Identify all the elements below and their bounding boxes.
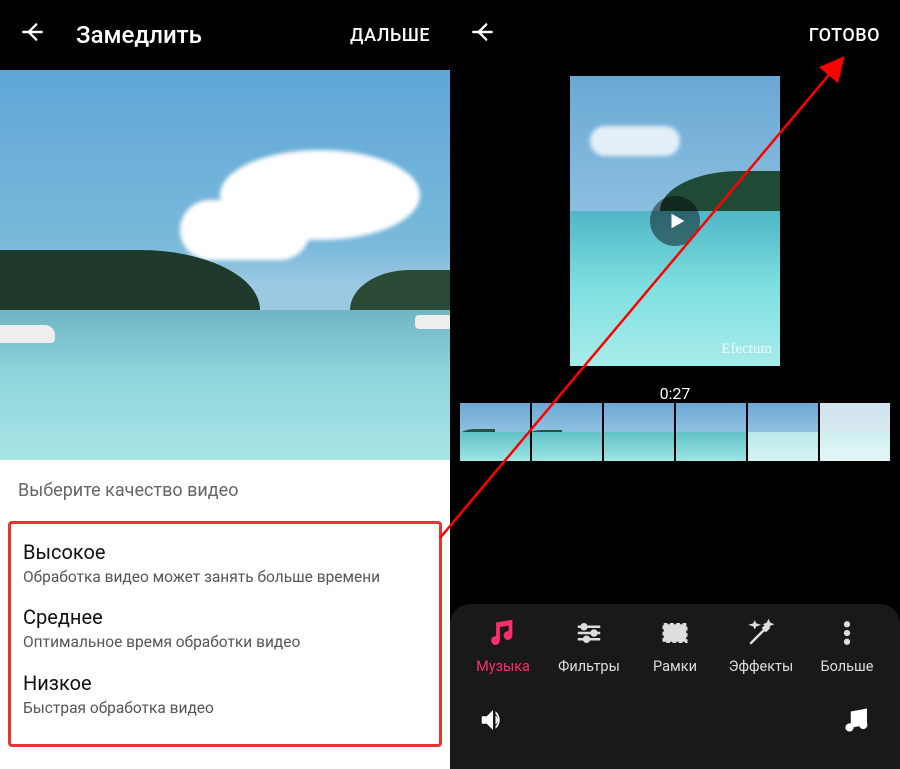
timeline-frame[interactable] [676, 403, 746, 461]
timeline-frame[interactable] [532, 403, 602, 461]
tool-frames[interactable]: Рамки [640, 618, 710, 675]
tool-label: Больше [821, 658, 874, 675]
more-vertical-icon [832, 618, 862, 652]
timeline-frame[interactable] [460, 403, 530, 461]
header: ГОТОВО [450, 0, 900, 70]
quality-heading: Выберите качество видео [18, 480, 432, 501]
tool-more[interactable]: Больше [812, 618, 882, 675]
quality-heading-wrap: Выберите качество видео [0, 460, 450, 513]
volume-icon[interactable] [478, 705, 508, 739]
quality-select-screen: Замедлить ДАЛЬШЕ Выберите качество видео… [0, 0, 450, 769]
video-duration: 0:27 [660, 384, 691, 403]
frame-icon [660, 618, 690, 652]
tool-label: Музыка [476, 658, 530, 675]
video-preview [0, 70, 450, 460]
screen-title: Замедлить [76, 21, 350, 49]
video-preview[interactable]: Efectum [570, 76, 780, 366]
play-button[interactable] [650, 196, 700, 246]
sliders-icon [574, 618, 604, 652]
tool-effects[interactable]: Эффекты [726, 618, 796, 675]
next-button[interactable]: ДАЛЬШЕ [350, 25, 430, 46]
header: Замедлить ДАЛЬШЕ [0, 0, 450, 70]
quality-options-highlighted: Высокое Обработка видео может занять бол… [8, 521, 442, 747]
preview-area: Efectum 0:27 [450, 70, 900, 403]
option-subtitle: Оптимальное время обработки видео [23, 633, 427, 652]
done-button[interactable]: ГОТОВО [809, 25, 880, 46]
back-arrow-icon[interactable] [470, 19, 496, 52]
magic-wand-icon [746, 618, 776, 652]
tool-music[interactable]: Музыка [468, 618, 538, 675]
timeline-thumbnails[interactable] [450, 403, 900, 475]
option-title: Низкое [23, 671, 427, 695]
back-arrow-icon[interactable] [20, 19, 46, 52]
quality-option-low[interactable]: Низкое Быстрая обработка видео [19, 663, 431, 728]
option-subtitle: Быстрая обработка видео [23, 699, 427, 718]
watermark: Efectum [721, 341, 772, 358]
tool-filters[interactable]: Фильтры [554, 618, 624, 675]
editor-screen: ГОТОВО Efectum 0:27 Музыка [450, 0, 900, 769]
music-note-icon[interactable] [842, 705, 872, 739]
timeline-frame[interactable] [604, 403, 674, 461]
tool-label: Эффекты [729, 658, 794, 675]
timeline-frame[interactable] [820, 403, 890, 461]
music-icon [488, 618, 518, 652]
option-title: Высокое [23, 540, 427, 564]
quality-option-medium[interactable]: Среднее Оптимальное время обработки виде… [19, 597, 431, 662]
tool-bar: Музыка Фильтры Рамки Эффекты [450, 604, 900, 769]
option-title: Среднее [23, 605, 427, 629]
quality-option-high[interactable]: Высокое Обработка видео может занять бол… [19, 532, 431, 597]
timeline-frame[interactable] [748, 403, 818, 461]
tool-label: Рамки [653, 658, 697, 675]
option-subtitle: Обработка видео может занять больше врем… [23, 568, 427, 587]
tool-label: Фильтры [558, 658, 620, 675]
